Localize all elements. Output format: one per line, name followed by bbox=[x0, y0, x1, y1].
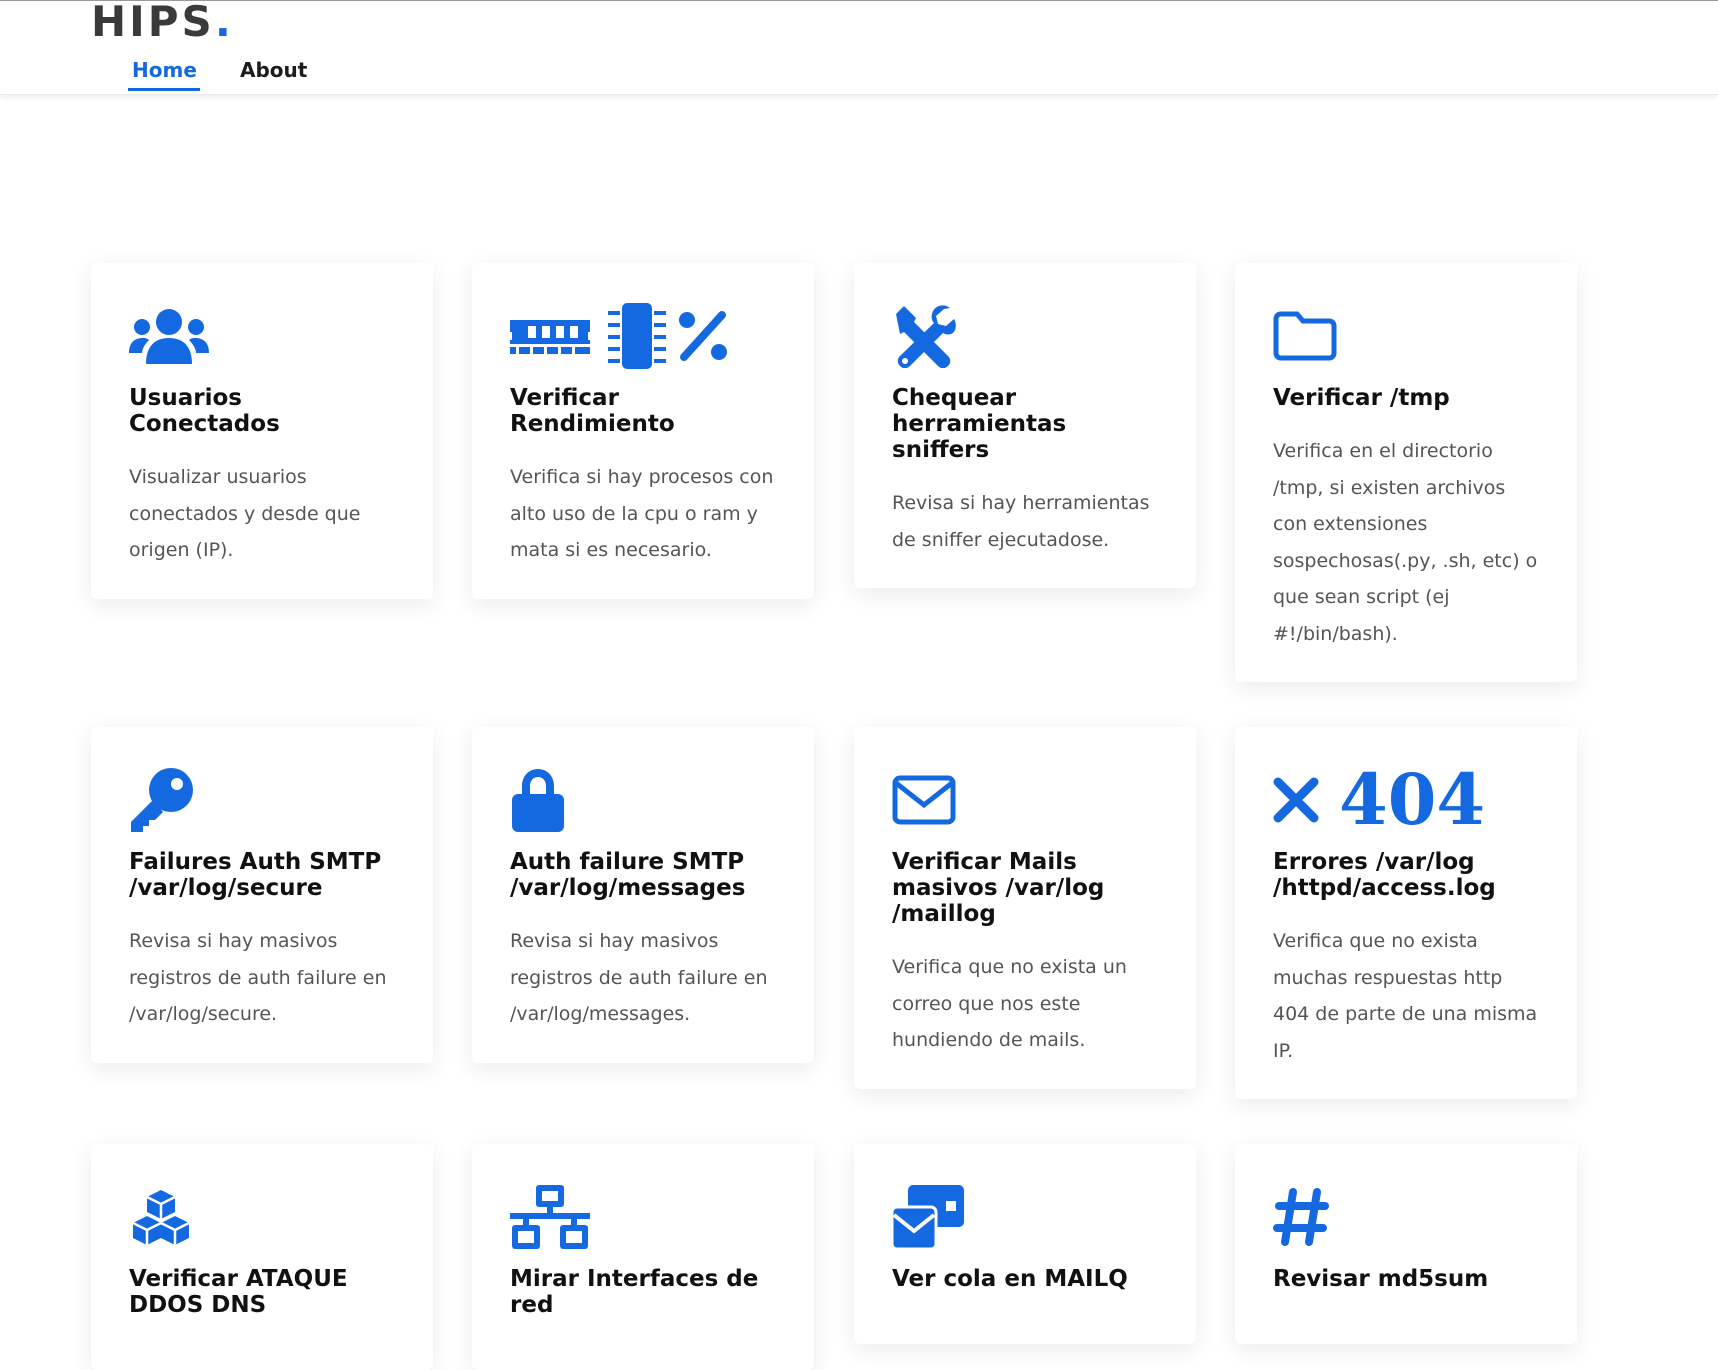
nav-home-link[interactable]: Home bbox=[132, 58, 197, 82]
card-usuarios-conectados[interactable]: Usuarios Conectados Visualizar usuarios … bbox=[91, 263, 433, 599]
card-description: Revisa si hay masivos registros de auth … bbox=[510, 930, 768, 1025]
lock-icon bbox=[510, 765, 776, 835]
card-mails-masivos[interactable]: Verificar Mails masivos /var/log /maillo… bbox=[854, 727, 1196, 1089]
envelope-icon bbox=[892, 765, 1158, 835]
users-icon bbox=[129, 301, 395, 371]
memory-icon bbox=[510, 320, 590, 354]
folder-icon bbox=[1273, 301, 1539, 371]
card-description: Revisa si hay herramientas de sniffer ej… bbox=[892, 492, 1150, 551]
times-icon bbox=[1273, 777, 1319, 823]
card-description: Revisa si hay masivos registros de auth … bbox=[129, 930, 387, 1025]
error-404-icon: 404 bbox=[1273, 765, 1539, 835]
performance-icons bbox=[510, 301, 776, 371]
card-ddos-dns[interactable]: Verificar ATAQUE DDOS DNS bbox=[91, 1144, 433, 1370]
card-errores-access-log[interactable]: 404 Errores /var/log /httpd/access.log V… bbox=[1235, 727, 1577, 1099]
card-title: Auth failure SMTP /var/log/messages bbox=[510, 849, 746, 901]
microchip-icon bbox=[608, 303, 666, 369]
card-md5sum[interactable]: Revisar md5sum bbox=[1235, 1144, 1577, 1344]
percent-icon bbox=[679, 311, 727, 361]
top-navbar: HIPS. Home About bbox=[0, 0, 1718, 95]
site-logo[interactable]: HIPS. bbox=[91, 0, 234, 46]
card-title: Verificar Mails masivos /var/log /maillo… bbox=[892, 849, 1105, 927]
card-title: Verificar /tmp bbox=[1273, 385, 1450, 411]
card-title: Verificar ATAQUE DDOS DNS bbox=[129, 1266, 348, 1318]
card-description: Verifica en el directorio /tmp, si exist… bbox=[1273, 440, 1538, 645]
active-nav-indicator bbox=[128, 88, 200, 91]
tools-icon bbox=[892, 301, 1158, 371]
card-interfaces-red[interactable]: Mirar Interfaces de red bbox=[472, 1144, 814, 1370]
logo-dot: . bbox=[214, 0, 234, 46]
cubes-icon bbox=[129, 1182, 395, 1252]
key-icon bbox=[129, 765, 395, 835]
card-failures-auth-secure[interactable]: Failures Auth SMTP /var/log/secure Revis… bbox=[91, 727, 433, 1063]
card-title: Mirar Interfaces de red bbox=[510, 1266, 759, 1318]
card-auth-failure-messages[interactable]: Auth failure SMTP /var/log/messages Revi… bbox=[472, 727, 814, 1063]
card-title: Errores /var/log /httpd/access.log bbox=[1273, 849, 1496, 901]
card-description: Visualizar usuarios conectados y desde q… bbox=[129, 466, 361, 561]
card-title: Ver cola en MAILQ bbox=[892, 1266, 1128, 1292]
card-verificar-rendimiento[interactable]: Verificar Rendimiento Verifica si hay pr… bbox=[472, 263, 814, 599]
nav-about-link[interactable]: About bbox=[240, 58, 307, 82]
card-description: Verifica si hay procesos con alto uso de… bbox=[510, 466, 774, 561]
card-verificar-tmp[interactable]: Verificar /tmp Verifica en el directorio… bbox=[1235, 263, 1577, 682]
404-label: 404 bbox=[1339, 758, 1486, 841]
card-cola-mailq[interactable]: Ver cola en MAILQ bbox=[854, 1144, 1196, 1344]
card-chequear-sniffers[interactable]: Chequear herramientas sniffers Revisa si… bbox=[854, 263, 1196, 588]
card-title: Usuarios Conectados bbox=[129, 385, 280, 437]
card-title: Chequear herramientas sniffers bbox=[892, 385, 1067, 463]
card-description: Verifica que no exista un correo que nos… bbox=[892, 956, 1127, 1051]
hashtag-icon bbox=[1273, 1182, 1539, 1252]
card-title: Revisar md5sum bbox=[1273, 1266, 1489, 1292]
card-title: Verificar Rendimiento bbox=[510, 385, 675, 437]
card-title: Failures Auth SMTP /var/log/secure bbox=[129, 849, 382, 901]
network-icon bbox=[510, 1182, 776, 1252]
card-description: Verifica que no exista muchas respuestas… bbox=[1273, 930, 1538, 1062]
logo-text: HIPS bbox=[91, 0, 215, 46]
mail-bulk-icon bbox=[892, 1182, 1158, 1252]
